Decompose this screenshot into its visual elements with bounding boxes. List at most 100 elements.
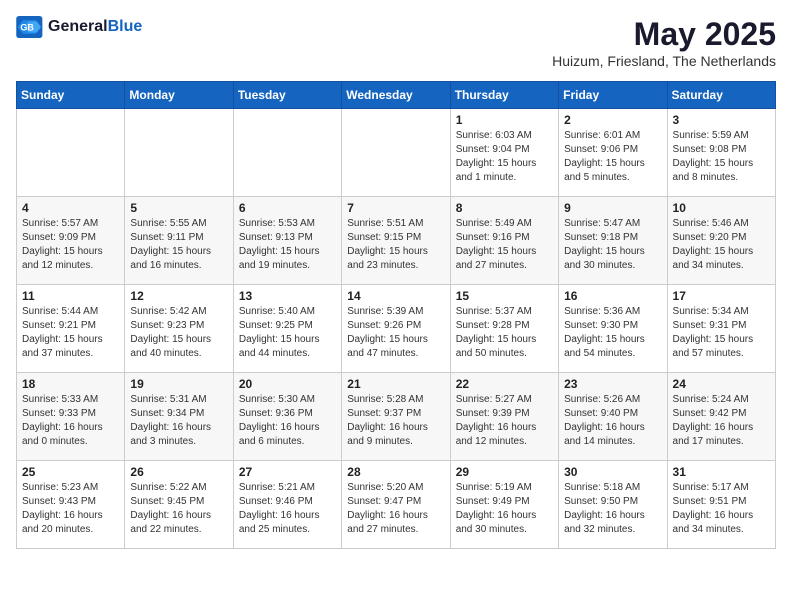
calendar-cell: 27 Sunrise: 5:21 AMSunset: 9:46 PMDayligh… [233,461,341,549]
calendar-cell: 24Sunrise: 5:24 AMSunset: 9:42 PMDayligh… [667,373,775,461]
day-number: 22 [456,377,553,391]
day-number: 12 [130,289,227,303]
day-number: 17 [673,289,770,303]
calendar-cell: 14 Sunrise: 5:39 AMSunset: 9:26 PMDayligh… [342,285,450,373]
weekday-header: Monday [125,82,233,109]
calendar-cell: 25 Sunrise: 5:23 AMSunset: 9:43 PMDayligh… [17,461,125,549]
page-header: GB GeneralBlue May 2025 Huizum, Frieslan… [16,16,776,69]
location-title: Huizum, Friesland, The Netherlands [552,53,776,69]
calendar-week-row: 18 Sunrise: 5:33 AMSunset: 9:33 PMDayligh… [17,373,776,461]
calendar-cell [17,109,125,197]
cell-info: Sunrise: 5:49 AMSunset: 9:16 PMDaylight:… [456,217,553,273]
calendar-body: 1 Sunrise: 6:03 AMSunset: 9:04 PMDaylight… [17,109,776,549]
calendar-header: SundayMondayTuesdayWednesdayThursdayFrid… [17,82,776,109]
cell-info: Sunrise: 5:57 AMSunset: 9:09 PMDaylight:… [22,217,119,273]
day-number: 24 [673,377,770,391]
calendar-cell: 19Sunrise: 5:31 AMSunset: 9:34 PMDayligh… [125,373,233,461]
calendar-cell: 8 Sunrise: 5:49 AMSunset: 9:16 PMDaylight… [450,197,558,285]
weekday-header: Saturday [667,82,775,109]
title-block: May 2025 Huizum, Friesland, The Netherla… [552,16,776,69]
logo-blue: Blue [108,18,143,35]
calendar-cell: 5 Sunrise: 5:55 AMSunset: 9:11 PMDaylight… [125,197,233,285]
day-number: 10 [673,201,770,215]
cell-info: Sunrise: 5:40 AMSunset: 9:25 PMDaylight:… [239,305,336,361]
cell-info: Sunrise: 5:59 AMSunset: 9:08 PMDaylight:… [673,129,770,185]
calendar-cell: 23 Sunrise: 5:26 AMSunset: 9:40 PMDayligh… [559,373,667,461]
weekday-header: Tuesday [233,82,341,109]
day-number: 11 [22,289,119,303]
calendar-cell: 4 Sunrise: 5:57 AMSunset: 9:09 PMDaylight… [17,197,125,285]
calendar-cell: 10Sunrise: 5:46 AMSunset: 9:20 PMDayligh… [667,197,775,285]
day-number: 4 [22,201,119,215]
calendar-cell: 1 Sunrise: 6:03 AMSunset: 9:04 PMDaylight… [450,109,558,197]
day-number: 31 [673,465,770,479]
cell-info: Sunrise: 5:18 AMSunset: 9:50 PMDaylight:… [564,481,661,537]
day-number: 26 [130,465,227,479]
cell-info: Sunrise: 5:51 AMSunset: 9:15 PMDaylight:… [347,217,444,273]
cell-info: Sunrise: 5:17 AMSunset: 9:51 PMDaylight:… [673,481,770,537]
calendar-week-row: 1 Sunrise: 6:03 AMSunset: 9:04 PMDaylight… [17,109,776,197]
weekday-header: Sunday [17,82,125,109]
cell-info: Sunrise: 5:20 AMSunset: 9:47 PMDaylight:… [347,481,444,537]
cell-info: Sunrise: 5:27 AMSunset: 9:39 PMDaylight:… [456,393,553,449]
calendar-cell: 28 Sunrise: 5:20 AMSunset: 9:47 PMDayligh… [342,461,450,549]
cell-info: Sunrise: 5:55 AMSunset: 9:11 PMDaylight:… [130,217,227,273]
cell-info: Sunrise: 5:30 AMSunset: 9:36 PMDaylight:… [239,393,336,449]
day-number: 6 [239,201,336,215]
calendar-cell: 22 Sunrise: 5:27 AMSunset: 9:39 PMDayligh… [450,373,558,461]
day-number: 27 [239,465,336,479]
day-number: 29 [456,465,553,479]
day-number: 30 [564,465,661,479]
calendar-cell: 21Sunrise: 5:28 AMSunset: 9:37 PMDayligh… [342,373,450,461]
calendar-cell: 13Sunrise: 5:40 AMSunset: 9:25 PMDayligh… [233,285,341,373]
calendar-cell: 18 Sunrise: 5:33 AMSunset: 9:33 PMDayligh… [17,373,125,461]
day-number: 18 [22,377,119,391]
day-number: 2 [564,113,661,127]
day-number: 15 [456,289,553,303]
calendar-cell: 30 Sunrise: 5:18 AMSunset: 9:50 PMDayligh… [559,461,667,549]
calendar-cell: 11Sunrise: 5:44 AMSunset: 9:21 PMDayligh… [17,285,125,373]
day-number: 23 [564,377,661,391]
svg-text:GB: GB [20,22,34,32]
cell-info: Sunrise: 5:39 AMSunset: 9:26 PMDaylight:… [347,305,444,361]
calendar-cell: 12Sunrise: 5:42 AMSunset: 9:23 PMDayligh… [125,285,233,373]
calendar-cell [125,109,233,197]
cell-info: Sunrise: 5:36 AMSunset: 9:30 PMDaylight:… [564,305,661,361]
calendar-cell: 3Sunrise: 5:59 AMSunset: 9:08 PMDaylight… [667,109,775,197]
day-number: 7 [347,201,444,215]
cell-info: Sunrise: 5:26 AMSunset: 9:40 PMDaylight:… [564,393,661,449]
calendar-cell: 26 Sunrise: 5:22 AMSunset: 9:45 PMDayligh… [125,461,233,549]
cell-info: Sunrise: 5:21 AMSunset: 9:46 PMDaylight:… [239,481,336,537]
calendar-cell: 15 Sunrise: 5:37 AMSunset: 9:28 PMDayligh… [450,285,558,373]
calendar-cell: 9 Sunrise: 5:47 AMSunset: 9:18 PMDaylight… [559,197,667,285]
calendar-table: SundayMondayTuesdayWednesdayThursdayFrid… [16,81,776,549]
cell-info: Sunrise: 5:22 AMSunset: 9:45 PMDaylight:… [130,481,227,537]
calendar-cell [233,109,341,197]
cell-info: Sunrise: 5:31 AMSunset: 9:34 PMDaylight:… [130,393,227,449]
logo: GB GeneralBlue [16,16,142,38]
calendar-cell [342,109,450,197]
day-number: 1 [456,113,553,127]
day-number: 25 [22,465,119,479]
day-number: 28 [347,465,444,479]
calendar-cell: 17Sunrise: 5:34 AMSunset: 9:31 PMDayligh… [667,285,775,373]
calendar-week-row: 4 Sunrise: 5:57 AMSunset: 9:09 PMDaylight… [17,197,776,285]
day-number: 8 [456,201,553,215]
weekday-header: Thursday [450,82,558,109]
cell-info: Sunrise: 5:47 AMSunset: 9:18 PMDaylight:… [564,217,661,273]
cell-info: Sunrise: 5:23 AMSunset: 9:43 PMDaylight:… [22,481,119,537]
month-title: May 2025 [552,16,776,53]
calendar-week-row: 25 Sunrise: 5:23 AMSunset: 9:43 PMDayligh… [17,461,776,549]
day-number: 16 [564,289,661,303]
cell-info: Sunrise: 6:01 AMSunset: 9:06 PMDaylight:… [564,129,661,185]
cell-info: Sunrise: 5:37 AMSunset: 9:28 PMDaylight:… [456,305,553,361]
day-number: 14 [347,289,444,303]
cell-info: Sunrise: 6:03 AMSunset: 9:04 PMDaylight:… [456,129,553,185]
day-number: 5 [130,201,227,215]
cell-info: Sunrise: 5:33 AMSunset: 9:33 PMDaylight:… [22,393,119,449]
calendar-cell: 29 Sunrise: 5:19 AMSunset: 9:49 PMDayligh… [450,461,558,549]
cell-info: Sunrise: 5:19 AMSunset: 9:49 PMDaylight:… [456,481,553,537]
cell-info: Sunrise: 5:53 AMSunset: 9:13 PMDaylight:… [239,217,336,273]
calendar-cell: 2 Sunrise: 6:01 AMSunset: 9:06 PMDaylight… [559,109,667,197]
day-number: 9 [564,201,661,215]
